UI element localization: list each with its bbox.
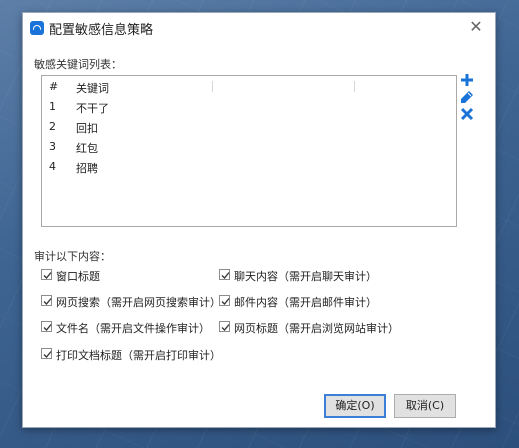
column-header-keyword[interactable]: 关键词 xyxy=(76,80,109,96)
list-item[interactable]: 4 招聘 xyxy=(42,156,456,176)
row-keyword: 不干了 xyxy=(76,102,109,115)
check-icon xyxy=(43,298,52,305)
checkbox-label: 网页标题（需开启浏览网站审计） xyxy=(234,322,399,335)
column-divider xyxy=(354,81,355,92)
row-index: 1 xyxy=(49,100,56,113)
keyword-list[interactable]: # 关键词 1 不干了 2 回扣 3 红包 4 招聘 xyxy=(41,75,457,227)
checkbox[interactable] xyxy=(41,321,52,332)
checkbox-label: 窗口标题 xyxy=(56,270,100,283)
row-index: 3 xyxy=(49,140,56,153)
checkbox-label: 邮件内容（需开启邮件审计） xyxy=(234,296,377,309)
list-header: # 关键词 xyxy=(42,76,456,96)
row-index: 2 xyxy=(49,120,56,133)
app-logo-icon xyxy=(30,21,44,35)
title-bar: 配置敏感信息策略 ✕ xyxy=(23,13,495,43)
close-button[interactable]: ✕ xyxy=(467,17,485,37)
checkbox[interactable] xyxy=(219,295,230,306)
column-divider xyxy=(212,81,213,92)
check-icon xyxy=(43,272,52,279)
dialog-title: 配置敏感信息策略 xyxy=(49,23,154,38)
list-item[interactable]: 3 红包 xyxy=(42,136,456,156)
delete-keyword-button[interactable] xyxy=(460,107,474,121)
plus-icon xyxy=(461,74,473,86)
checkbox-label: 打印文档标题（需开启打印审计） xyxy=(56,349,221,362)
keyword-list-label: 敏感关键词列表： xyxy=(34,58,122,71)
checkbox-label: 网页搜索（需开启网页搜索审计） xyxy=(56,296,221,309)
check-icon xyxy=(221,272,230,279)
row-keyword: 回扣 xyxy=(76,122,98,135)
x-icon xyxy=(460,107,474,121)
column-header-index[interactable]: # xyxy=(49,80,58,93)
cancel-button[interactable]: 取消(C) xyxy=(394,394,456,418)
ok-button[interactable]: 确定(O) xyxy=(324,394,386,418)
checkbox[interactable] xyxy=(41,295,52,306)
checkbox-label: 聊天内容（需开启聊天审计） xyxy=(234,270,377,283)
checkbox[interactable] xyxy=(219,321,230,332)
row-index: 4 xyxy=(49,160,56,173)
checkbox[interactable] xyxy=(41,348,52,359)
checkbox[interactable] xyxy=(41,269,52,280)
check-icon xyxy=(221,298,230,305)
list-item[interactable]: 2 回扣 xyxy=(42,116,456,136)
audit-section-label: 审计以下内容： xyxy=(34,250,111,263)
pencil-icon xyxy=(461,91,473,103)
checkbox-label: 文件名（需开启文件操作审计） xyxy=(56,322,210,335)
edit-keyword-button[interactable] xyxy=(460,90,474,104)
checkbox[interactable] xyxy=(219,269,230,280)
policy-dialog: 配置敏感信息策略 ✕ 敏感关键词列表： # 关键词 1 不干了 2 回扣 3 红… xyxy=(22,12,496,428)
check-icon xyxy=(43,351,52,358)
check-icon xyxy=(221,324,230,331)
check-icon xyxy=(43,324,52,331)
add-keyword-button[interactable] xyxy=(460,73,474,87)
list-item[interactable]: 1 不干了 xyxy=(42,96,456,116)
row-keyword: 红包 xyxy=(76,142,98,155)
row-keyword: 招聘 xyxy=(76,162,98,175)
